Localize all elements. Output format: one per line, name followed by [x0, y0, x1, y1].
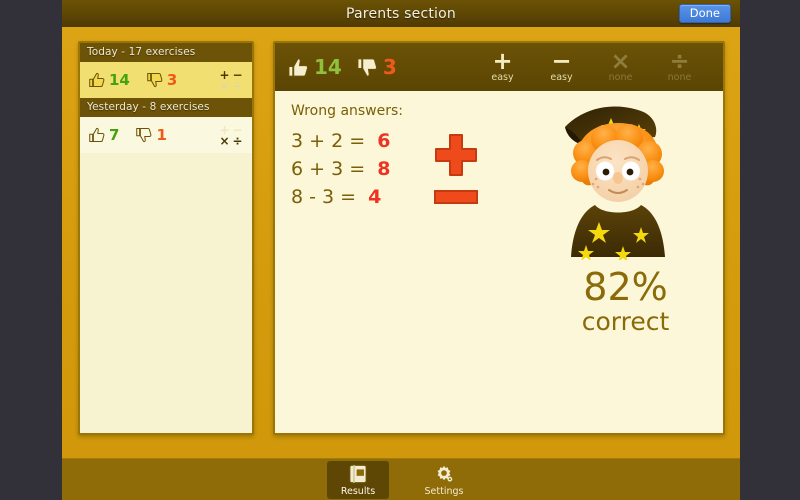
session-correct-count: 7 — [109, 125, 120, 144]
operation-symbol: + — [492, 47, 513, 75]
toolbar-operation: × none — [591, 47, 650, 84]
session-group: Yesterday - 8 exercises 7 1 + − × ÷ — [80, 98, 252, 153]
operation-level: none — [667, 72, 692, 83]
operation-glyph: ÷ — [232, 133, 243, 148]
thumbs-up-icon — [288, 57, 309, 77]
operation-symbol: − — [551, 47, 572, 75]
score-percent-label: correct — [581, 306, 670, 336]
score-percent: 82% — [583, 265, 668, 309]
thumbs-down-icon — [136, 127, 152, 143]
app-window: Parents section Done Today - 17 exercise… — [62, 0, 740, 500]
equation-line: 6 + 3 = 8 — [291, 155, 423, 183]
window-title: Parents section — [346, 5, 456, 22]
results-panel: 14 3 + easy − easy × none ÷ none Wrong answers:… — [273, 41, 725, 435]
equation-list: 8 - 3 = 4 — [291, 183, 423, 211]
panel-toolbar: 14 3 + easy − easy × none ÷ none — [275, 43, 723, 91]
gear-icon — [437, 465, 453, 482]
operation-level: easy — [550, 72, 573, 83]
tab-label: Results — [340, 485, 376, 497]
equation-problem: 8 - 3 = — [291, 186, 357, 208]
toolbar-operation: − easy — [532, 47, 591, 84]
bottom-tab-bar: Results Settings — [62, 458, 740, 500]
operation-glyph: ÷ — [232, 78, 243, 93]
wizard-character-icon — [565, 106, 665, 262]
session-correct: 7 — [88, 127, 119, 143]
toolbar-operations: + easy − easy × none ÷ none — [473, 47, 709, 84]
session-operations: + − × ÷ — [218, 124, 244, 148]
equation-line: 3 + 2 = 6 — [291, 127, 423, 155]
book-icon — [349, 464, 367, 483]
tab-results[interactable]: Results — [327, 460, 389, 499]
window-body: Today - 17 exercises 14 3 + − × ÷ Yesterday - 8… — [62, 27, 740, 458]
thumbs-down-icon — [357, 57, 377, 77]
equation-problem: 6 + 3 = — [291, 158, 366, 180]
toolbar-scores: 14 3 — [287, 57, 397, 78]
equation-answer: 4 — [368, 186, 382, 208]
tab-settings[interactable]: Settings — [413, 461, 475, 499]
equation-line: 8 - 3 = 4 — [291, 183, 423, 211]
equation-answer: 8 — [377, 158, 391, 180]
session-correct: 14 — [88, 72, 130, 88]
session-header: Yesterday - 8 exercises — [80, 98, 252, 117]
toolbar-operation: + easy — [473, 47, 532, 84]
panel-body: Wrong answers: 3 + 2 = 66 + 3 = 88 - 3 =… — [275, 91, 723, 433]
session-row[interactable]: 7 1 + − × ÷ — [80, 117, 252, 153]
operation-symbol: × — [610, 47, 631, 75]
title-bar: Parents section Done — [62, 0, 740, 27]
mascot-area: 82% correct — [538, 105, 713, 337]
session-row[interactable]: 14 3 + − × ÷ — [80, 62, 252, 98]
session-wrong: 1 — [135, 125, 167, 144]
session-group: Today - 17 exercises 14 3 + − × ÷ — [80, 43, 252, 98]
minus-badge-icon — [434, 190, 478, 204]
equation-answer: 6 — [377, 130, 391, 152]
thumbs-down-icon — [147, 72, 163, 88]
plus-badge-icon — [435, 134, 477, 176]
session-wrong-count: 3 — [166, 70, 178, 89]
toolbar-correct-count: 14 — [314, 55, 342, 79]
equation-problem: 3 + 2 = — [291, 130, 366, 152]
thumbs-up-icon — [89, 127, 105, 143]
operation-level: none — [608, 72, 633, 83]
toolbar-correct-score: 14 — [287, 57, 342, 78]
toolbar-operation: ÷ none — [650, 47, 709, 84]
toolbar-wrong-count: 3 — [382, 55, 397, 79]
operation-symbol: ÷ — [669, 47, 690, 75]
session-header: Today - 17 exercises — [80, 43, 252, 62]
session-correct-count: 14 — [109, 70, 130, 89]
session-operations: + − × ÷ — [218, 69, 244, 93]
thumbs-up-icon — [89, 72, 105, 88]
equation-list: 3 + 2 = 66 + 3 = 8 — [291, 127, 423, 183]
done-button[interactable]: Done — [678, 4, 731, 23]
operation-glyph: × — [219, 133, 230, 148]
session-wrong: 3 — [146, 72, 177, 88]
sessions-sidebar[interactable]: Today - 17 exercises 14 3 + − × ÷ Yesterday - 8… — [78, 41, 254, 435]
session-wrong-count: 1 — [156, 125, 167, 144]
operation-glyph: × — [219, 78, 230, 93]
operation-level: easy — [491, 72, 514, 83]
tab-label: Settings — [424, 485, 464, 497]
toolbar-wrong-score: 3 — [356, 57, 397, 78]
